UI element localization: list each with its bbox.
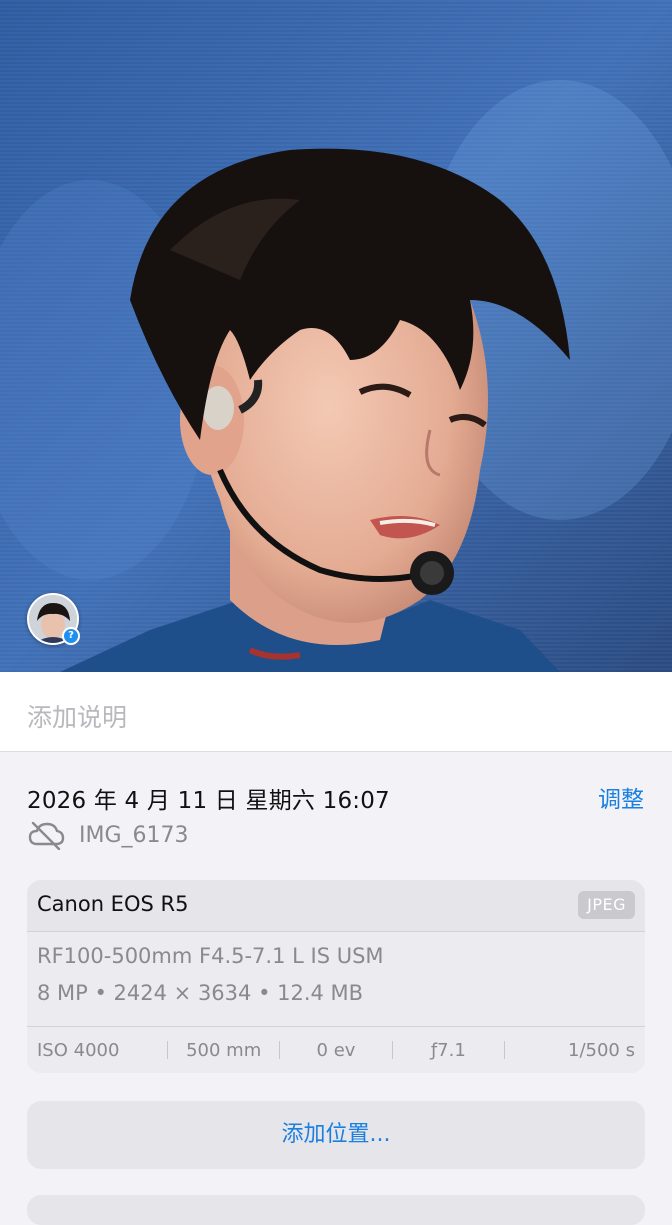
capture-datetime: 2026 年 4 月 11 日 星期六 16:07 [27,788,390,814]
image-specs: 8 MP • 2424 × 3634 • 12.4 MB [37,981,364,1005]
filename: IMG_6173 [79,822,189,848]
lens-info: RF100-500mm F4.5-7.1 L IS USM [37,944,384,968]
camera-model: Canon EOS R5 [37,892,189,916]
unknown-person-badge: ? [62,627,80,645]
exif-settings-row: ISO 4000 500 mm 0 ev ƒ7.1 1/500 s [27,1026,645,1073]
iso-value: ISO 4000 [37,1039,120,1061]
add-location-button[interactable]: 添加位置... [27,1101,645,1169]
people-avatar[interactable]: ? [27,593,80,645]
exif-card: Canon EOS R5 JPEG RF100-500mm F4.5-7.1 L… [27,880,645,1073]
photo-viewer[interactable]: ? [0,0,672,672]
adjust-button[interactable]: 调整 [598,780,644,814]
caption-input[interactable]: 添加说明 [0,672,672,752]
focal-length-value: 500 mm [186,1039,262,1061]
caption-placeholder: 添加说明 [27,703,128,732]
photo-info-panel: 2026 年 4 月 11 日 星期六 16:07 调整 IMG_6173 Ca… [0,752,672,1225]
filename-row: IMG_6173 [27,820,189,850]
photo-image [0,0,672,672]
format-badge: JPEG [578,891,635,919]
exposure-bias-value: 0 ev [316,1039,356,1061]
aperture-value: ƒ7.1 [430,1039,466,1061]
icloud-slash-icon [28,821,65,850]
exif-header: Canon EOS R5 JPEG [27,880,645,932]
shutter-speed-value: 1/500 s [568,1039,635,1061]
